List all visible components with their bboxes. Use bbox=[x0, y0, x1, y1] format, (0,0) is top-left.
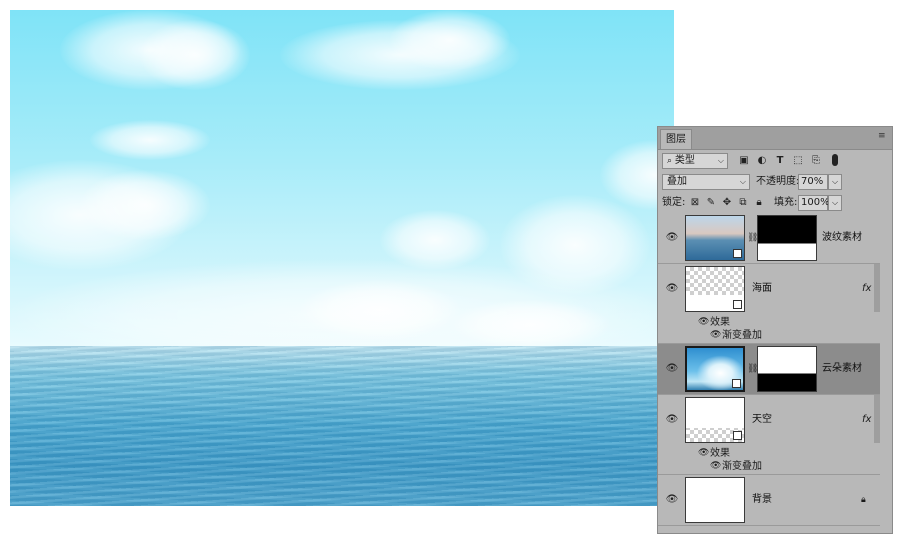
layer-thumbnail[interactable] bbox=[685, 477, 745, 523]
layer-thumbnail[interactable] bbox=[685, 397, 745, 443]
chevron-down-icon: ⌵ bbox=[717, 156, 724, 165]
panel-tab-bar: 图层 ≡ bbox=[658, 127, 892, 150]
sky-area bbox=[10, 10, 674, 370]
eye-icon[interactable]: 👁︎ bbox=[665, 231, 679, 245]
gradient-overlay-effect[interactable]: 渐变叠加 bbox=[722, 329, 762, 342]
layer-thumbnail[interactable] bbox=[685, 346, 745, 392]
image-filter-icon[interactable]: ▣ bbox=[737, 154, 751, 168]
lock-paint-icon[interactable]: ✎ bbox=[704, 196, 718, 210]
layer-row-sky[interactable]: 👁︎ 天空 fx ^ 👁︎ 效果 👁︎ 渐变叠加 bbox=[658, 395, 880, 475]
opacity-dropdown-button[interactable]: ⌵ bbox=[828, 174, 842, 190]
layer-mask-thumbnail[interactable] bbox=[757, 346, 817, 392]
eye-icon[interactable]: 👁︎ bbox=[710, 329, 721, 342]
lock-move-icon[interactable]: ✥ bbox=[720, 196, 734, 210]
layer-row-clouds[interactable]: 👁︎ ⛓︎ 云朵素材 bbox=[658, 344, 880, 395]
lock-artboard-icon[interactable]: ⧉ bbox=[736, 196, 750, 210]
cloud bbox=[80, 170, 210, 240]
cloud bbox=[90, 120, 210, 160]
gradient-overlay-effect[interactable]: 渐变叠加 bbox=[722, 460, 762, 473]
fx-icon[interactable]: fx bbox=[862, 282, 871, 296]
panel-scrollbar[interactable] bbox=[880, 263, 892, 533]
eye-icon[interactable]: 👁︎ bbox=[698, 316, 709, 329]
smart-object-filter-icon[interactable]: ⎘ bbox=[809, 154, 823, 168]
layer-name[interactable]: 海面 bbox=[752, 282, 772, 296]
cloud bbox=[450, 300, 610, 350]
eye-icon[interactable]: 👁︎ bbox=[698, 447, 709, 460]
blend-mode-select[interactable]: 叠加 ⌵ bbox=[662, 174, 750, 190]
filter-row: ⌕ 类型 ⌵ ▣ ◐ T ⬚ ⎘ bbox=[658, 152, 892, 170]
opacity-input[interactable]: 70% bbox=[798, 174, 828, 190]
layer-thumbnail[interactable] bbox=[685, 215, 745, 261]
layer-mask-thumbnail[interactable] bbox=[757, 215, 817, 261]
layer-name[interactable]: 云朵素材 bbox=[822, 362, 862, 376]
tab-layers[interactable]: 图层 bbox=[660, 129, 692, 149]
smart-object-badge-icon bbox=[733, 300, 742, 309]
layer-thumbnail[interactable] bbox=[685, 266, 745, 312]
layers-panel: 图层 ≡ ⌕ 类型 ⌵ ▣ ◐ T ⬚ ⎘ 叠加 ⌵ 不透明度: 70% ⌵ 锁… bbox=[657, 126, 893, 534]
effects-label: 效果 bbox=[710, 317, 730, 328]
smart-object-badge-icon bbox=[732, 379, 741, 388]
blend-row: 叠加 ⌵ 不透明度: 70% ⌵ bbox=[658, 173, 892, 191]
eye-icon[interactable]: 👁︎ bbox=[665, 362, 679, 376]
layer-name[interactable]: 波纹素材 bbox=[822, 231, 862, 245]
cloud bbox=[140, 20, 250, 90]
eye-icon[interactable]: 👁︎ bbox=[710, 460, 721, 473]
effects-label: 效果 bbox=[710, 448, 730, 459]
layer-name[interactable]: 背景 bbox=[752, 493, 772, 507]
search-icon: ⌕ bbox=[667, 156, 675, 166]
link-icon[interactable]: ⛓︎ bbox=[747, 231, 758, 245]
type-filter-icon[interactable]: T bbox=[773, 154, 787, 168]
layer-row-background[interactable]: 👁︎ 背景 🔒︎ bbox=[658, 475, 880, 526]
layer-row-ripple[interactable]: 👁︎ ⛓︎ 波纹素材 bbox=[658, 213, 880, 264]
smart-object-badge-icon bbox=[733, 249, 742, 258]
cloud bbox=[390, 10, 510, 70]
smart-object-badge-icon bbox=[733, 431, 742, 440]
adjustment-filter-icon[interactable]: ◐ bbox=[755, 154, 769, 168]
eye-icon[interactable]: 👁︎ bbox=[665, 282, 679, 296]
lock-row: 锁定: ⊠ ✎ ✥ ⧉ 🔒︎ 填充: 100% ⌵ bbox=[658, 194, 892, 212]
layer-row-sea[interactable]: 👁︎ 海面 fx ^ 👁︎ 效果 👁︎ 渐变叠加 bbox=[658, 264, 880, 344]
fill-label: 填充: bbox=[774, 197, 798, 208]
eye-icon[interactable]: 👁︎ bbox=[665, 493, 679, 507]
lock-transparent-icon[interactable]: ⊠ bbox=[688, 196, 702, 210]
fill-dropdown-button[interactable]: ⌵ bbox=[828, 195, 842, 211]
lock-label: 锁定: bbox=[662, 197, 686, 208]
lock-all-icon[interactable]: 🔒︎ bbox=[752, 196, 766, 210]
fill-input[interactable]: 100% bbox=[798, 195, 830, 211]
layer-filter-select[interactable]: ⌕ 类型 ⌵ bbox=[662, 153, 728, 169]
chevron-down-icon: ⌵ bbox=[739, 177, 746, 186]
eye-icon[interactable]: 👁︎ bbox=[665, 413, 679, 427]
link-icon[interactable]: ⛓︎ bbox=[747, 362, 758, 376]
fx-icon[interactable]: fx bbox=[862, 413, 871, 427]
panel-menu-icon[interactable]: ≡ bbox=[878, 132, 888, 141]
thumbnail-fill bbox=[686, 398, 744, 428]
filter-toggle-icon[interactable] bbox=[832, 154, 838, 166]
lock-icon: 🔒︎ bbox=[861, 495, 866, 505]
opacity-label: 不透明度: bbox=[756, 176, 800, 187]
layer-name[interactable]: 天空 bbox=[752, 413, 772, 427]
shape-filter-icon[interactable]: ⬚ bbox=[791, 154, 805, 168]
canvas-document bbox=[10, 10, 674, 506]
cloud bbox=[300, 280, 460, 340]
sea-area bbox=[10, 346, 674, 506]
